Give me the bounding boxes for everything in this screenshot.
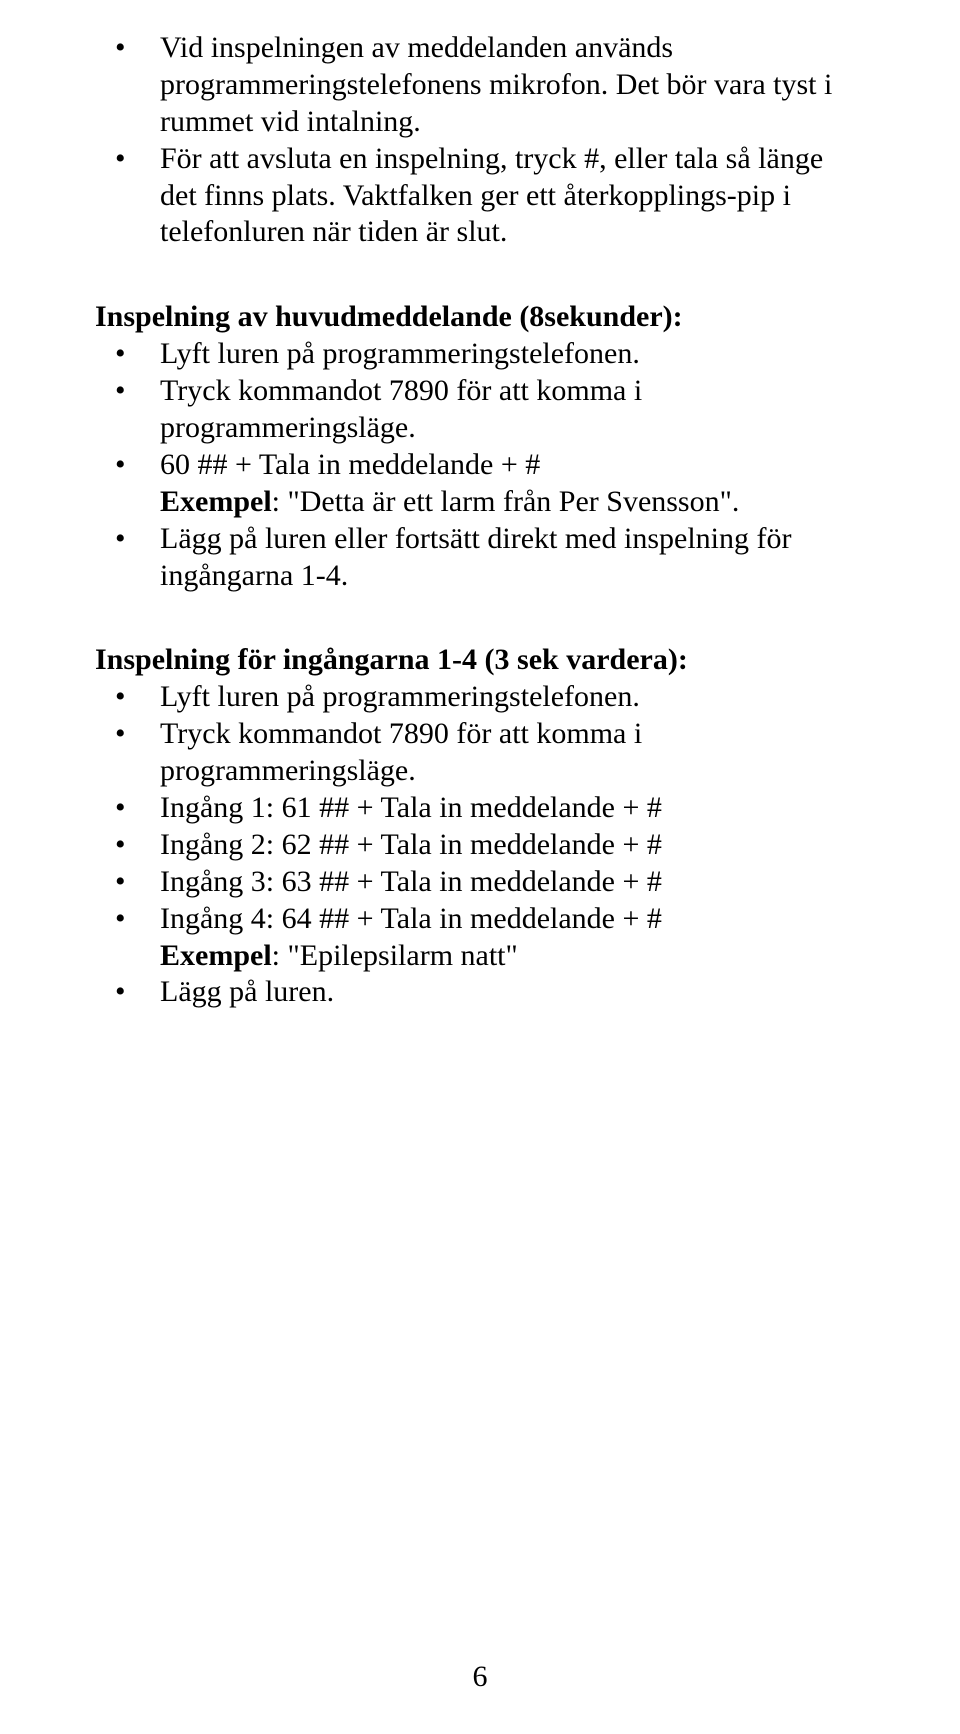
list-item: Lyft luren på programmeringstelefonen.: [95, 336, 865, 373]
list-item: Lägg på luren.: [95, 974, 865, 1011]
list-item: Ingång 3: 63 ## + Tala in meddelande + #: [95, 864, 865, 901]
list-item: Lägg på luren eller fortsätt direkt med …: [95, 521, 865, 595]
list-item: Lyft luren på programmeringstelefonen.: [95, 679, 865, 716]
list-item: Vid inspelningen av meddelanden används …: [95, 30, 865, 141]
list-item: Ingång 2: 62 ## + Tala in meddelande + #: [95, 827, 865, 864]
list-item-text: Ingång 1: 61 ## + Tala in meddelande + #: [160, 791, 662, 824]
list-item-text: Tryck kommandot 7890 för att komma i pro…: [160, 717, 642, 787]
list-item-text: Ingång 4: 64 ## + Tala in meddelande + #: [160, 901, 865, 938]
list-item: Tryck kommandot 7890 för att komma i pro…: [95, 716, 865, 790]
list-item: 60 ## + Tala in meddelande + # Exempel: …: [95, 447, 865, 521]
list-item: Ingång 4: 64 ## + Tala in meddelande + #…: [95, 901, 865, 975]
list-item: Tryck kommandot 7890 för att komma i pro…: [95, 373, 865, 447]
list-item-text: Lyft luren på programmeringstelefonen.: [160, 680, 640, 713]
list-item-text: Lägg på luren.: [160, 975, 334, 1008]
list-item-text: Ingång 3: 63 ## + Tala in meddelande + #: [160, 865, 662, 898]
list-item-text: För att avsluta en inspelning, tryck #, …: [160, 142, 823, 249]
section3-list: Lyft luren på programmeringstelefonen. T…: [95, 679, 865, 1011]
example-text: : "Epilepsilarm natt": [272, 939, 518, 972]
list-item-text: Tryck kommandot 7890 för att komma i pro…: [160, 374, 642, 444]
section2-list: Lyft luren på programmeringstelefonen. T…: [95, 336, 865, 594]
example-label: Exempel: [160, 939, 272, 972]
list-item-text: Ingång 2: 62 ## + Tala in meddelande + #: [160, 828, 662, 861]
section-heading: Inspelning av huvudmeddelande (8sekunder…: [95, 299, 865, 336]
section-heading: Inspelning för ingångarna 1-4 (3 sek var…: [95, 642, 865, 679]
example-label: Exempel: [160, 485, 272, 518]
page-number: 6: [0, 1660, 960, 1694]
intro-list: Vid inspelningen av meddelanden används …: [95, 30, 865, 251]
example-text: : "Detta är ett larm från Per Svensson".: [272, 485, 740, 518]
list-item-text: 60 ## + Tala in meddelande + #: [160, 447, 865, 484]
list-item: För att avsluta en inspelning, tryck #, …: [95, 141, 865, 252]
list-item-text: Vid inspelningen av meddelanden används …: [160, 31, 832, 138]
list-item: Ingång 1: 61 ## + Tala in meddelande + #: [95, 790, 865, 827]
list-item-text: Lyft luren på programmeringstelefonen.: [160, 337, 640, 370]
list-item-text: Lägg på luren eller fortsätt direkt med …: [160, 522, 791, 592]
page: Vid inspelningen av meddelanden används …: [0, 0, 960, 1734]
